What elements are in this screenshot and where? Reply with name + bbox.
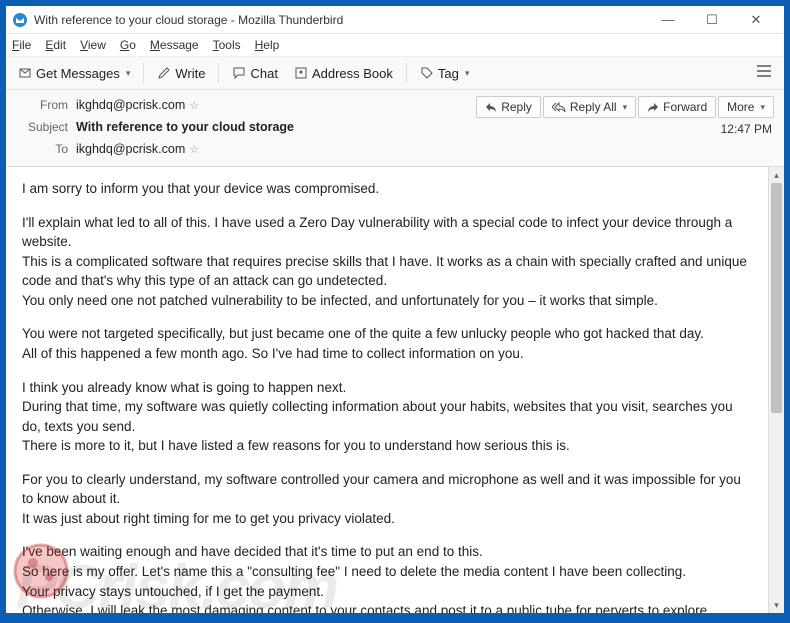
separator (218, 63, 219, 83)
body-paragraph: I think you already know what is going t… (22, 378, 752, 456)
scroll-down-arrow[interactable]: ▾ (769, 597, 784, 613)
hamburger-icon (756, 64, 772, 78)
app-window: With reference to your cloud storage - M… (5, 5, 785, 614)
forward-icon (647, 102, 659, 112)
body-paragraph: I'll explain what led to all of this. I … (22, 213, 752, 311)
menu-tools[interactable]: Tools (213, 38, 241, 52)
subject-label: Subject (16, 120, 68, 134)
chat-button[interactable]: Chat (226, 63, 283, 84)
more-button[interactable]: More ▾ (718, 96, 774, 118)
scroll-thumb[interactable] (771, 183, 782, 413)
chevron-down-icon: ▾ (465, 68, 470, 79)
menu-file[interactable]: File (12, 38, 31, 52)
chevron-down-icon: ▾ (126, 68, 131, 79)
menu-view[interactable]: View (80, 38, 106, 52)
address-book-button[interactable]: Address Book (288, 63, 399, 84)
separator (143, 63, 144, 83)
forward-button[interactable]: Forward (638, 96, 716, 118)
tag-icon (420, 66, 434, 80)
minimize-button[interactable]: — (646, 6, 690, 34)
to-value[interactable]: ikghdq@pcrisk.com ☆ (76, 142, 199, 156)
titlebar[interactable]: With reference to your cloud storage - M… (6, 6, 784, 34)
reply-all-button[interactable]: Reply All ▾ (543, 96, 636, 118)
from-label: From (16, 98, 68, 112)
app-menu-button[interactable] (750, 60, 778, 87)
body-paragraph: I am sorry to inform you that your devic… (22, 179, 752, 199)
download-icon (18, 66, 32, 80)
star-icon[interactable]: ☆ (189, 99, 199, 112)
chevron-down-icon: ▾ (623, 102, 628, 113)
menu-message[interactable]: Message (150, 38, 199, 52)
from-value[interactable]: ikghdq@pcrisk.com ☆ (76, 98, 199, 112)
chevron-down-icon: ▾ (760, 102, 765, 113)
reply-all-icon (552, 102, 566, 112)
window-title: With reference to your cloud storage - M… (34, 13, 646, 27)
write-button[interactable]: Write (151, 63, 211, 84)
body-paragraph: For you to clearly understand, my softwa… (22, 470, 752, 529)
pencil-icon (157, 66, 171, 80)
message-body-area: I am sorry to inform you that your devic… (6, 167, 784, 613)
chat-icon (232, 66, 246, 80)
to-label: To (16, 142, 68, 156)
message-body[interactable]: I am sorry to inform you that your devic… (6, 167, 768, 613)
menubar: File Edit View Go Message Tools Help (6, 34, 784, 56)
star-icon[interactable]: ☆ (189, 143, 199, 156)
vertical-scrollbar[interactable]: ▴ ▾ (768, 167, 784, 613)
message-headers: Reply Reply All ▾ Forward More ▾ 12:47 P… (6, 90, 784, 167)
reply-icon (485, 102, 497, 112)
scroll-up-arrow[interactable]: ▴ (769, 167, 784, 183)
maximize-button[interactable]: ☐ (690, 6, 734, 34)
tag-button[interactable]: Tag ▾ (414, 63, 476, 84)
address-book-icon (294, 66, 308, 80)
body-paragraph: You were not targeted specifically, but … (22, 324, 752, 363)
reply-button[interactable]: Reply (476, 96, 541, 118)
header-actions: Reply Reply All ▾ Forward More ▾ (476, 96, 774, 118)
thunderbird-icon (12, 12, 28, 28)
menu-edit[interactable]: Edit (45, 38, 66, 52)
separator (406, 63, 407, 83)
menu-help[interactable]: Help (255, 38, 280, 52)
get-messages-button[interactable]: Get Messages ▾ (12, 63, 136, 84)
message-time: 12:47 PM (721, 122, 772, 136)
body-paragraph: I've been waiting enough and have decide… (22, 542, 752, 613)
close-button[interactable]: ✕ (734, 6, 778, 34)
menu-go[interactable]: Go (120, 38, 136, 52)
toolbar: Get Messages ▾ Write Chat Address Book T… (6, 56, 784, 90)
subject-value: With reference to your cloud storage (76, 120, 294, 134)
